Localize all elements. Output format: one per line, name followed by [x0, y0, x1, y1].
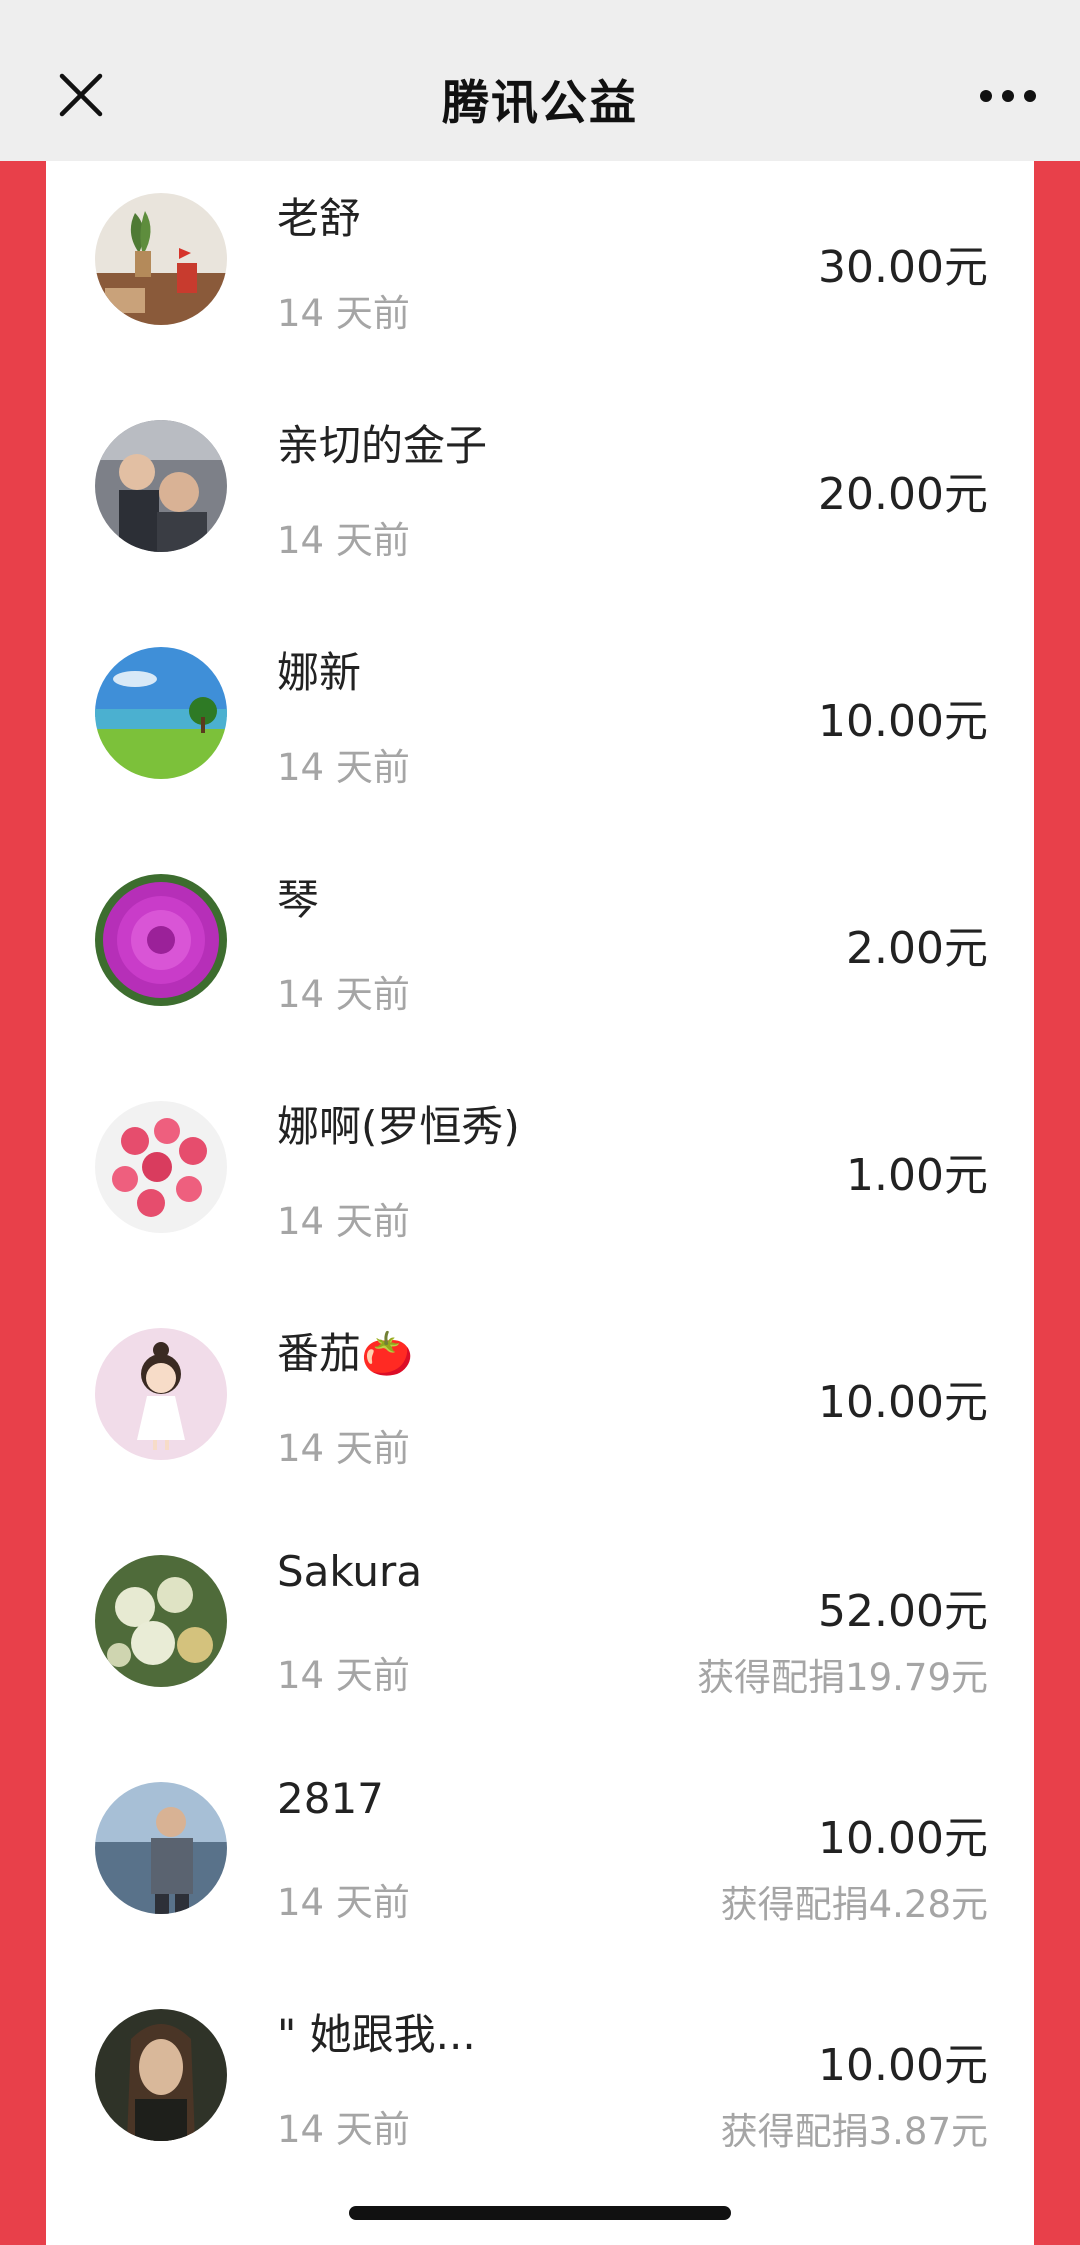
avatar [95, 874, 227, 1006]
donation-time: 14 天前 [277, 1881, 410, 1924]
avatar [95, 2009, 227, 2141]
donor-row[interactable]: Sakura 14 天前 52.00元 获得配捐19.79元 [46, 1523, 1034, 1750]
matching-donation-text: 获得配捐4.28元 [720, 1883, 988, 1926]
top-navigation-bar: 腾讯公益 [0, 0, 1080, 161]
more-options-button[interactable] [972, 66, 1044, 126]
donation-amount: 10.00元 [818, 1813, 988, 1864]
more-dots-icon [980, 90, 1036, 102]
donation-amount: 1.00元 [846, 1150, 988, 1201]
avatar [95, 1782, 227, 1914]
avatar [95, 1555, 227, 1687]
donor-row[interactable]: 番茄🍅 14 天前 10.00元 [46, 1296, 1034, 1523]
donor-name: 亲切的金子 [277, 421, 488, 470]
donor-name: 2817 [277, 1774, 384, 1823]
donation-time: 14 天前 [277, 973, 410, 1016]
donor-row[interactable]: 老舒 14 天前 30.00元 [46, 161, 1034, 388]
page-title: 腾讯公益 [442, 76, 638, 131]
matching-donation-text: 获得配捐19.79元 [697, 1656, 988, 1699]
donor-row[interactable]: 琴 14 天前 2.00元 [46, 842, 1034, 1069]
donation-amount: 52.00元 [818, 1586, 988, 1637]
donation-time: 14 天前 [277, 292, 410, 335]
donation-time: 14 天前 [277, 1200, 410, 1243]
donation-time: 14 天前 [277, 519, 410, 562]
donor-row[interactable]: 娜新 14 天前 10.00元 [46, 615, 1034, 842]
donation-amount: 10.00元 [818, 1377, 988, 1428]
donor-name: " 她跟我... [277, 2010, 476, 2059]
avatar [95, 647, 227, 779]
donor-name: 老舒 [277, 194, 362, 243]
donation-amount: 10.00元 [818, 696, 988, 747]
avatar [95, 420, 227, 552]
donation-amount: 10.00元 [818, 2040, 988, 2091]
matching-donation-text: 获得配捐3.87元 [720, 2110, 988, 2153]
home-indicator[interactable] [349, 2206, 731, 2220]
donation-time: 14 天前 [277, 1427, 410, 1470]
donor-row[interactable]: 2817 14 天前 10.00元 获得配捐4.28元 [46, 1750, 1034, 1977]
donation-amount: 20.00元 [818, 469, 988, 520]
avatar [95, 193, 227, 325]
donor-name: 娜啊(罗恒秀) [277, 1102, 520, 1151]
donation-time: 14 天前 [277, 746, 410, 789]
donation-amount: 2.00元 [846, 923, 988, 974]
donor-row[interactable]: 娜啊(罗恒秀) 14 天前 1.00元 [46, 1069, 1034, 1296]
donor-row[interactable]: 亲切的金子 14 天前 20.00元 [46, 388, 1034, 615]
donor-list-panel: 老舒 14 天前 30.00元 亲切的金子 14 天前 20.00元 娜新 14… [46, 161, 1034, 2245]
donor-name: 琴 [277, 875, 320, 924]
donation-time: 14 天前 [277, 2108, 410, 2151]
avatar [95, 1328, 227, 1460]
avatar [95, 1101, 227, 1233]
donation-time: 14 天前 [277, 1654, 410, 1697]
donation-amount: 30.00元 [818, 242, 988, 293]
donor-name: Sakura [277, 1547, 423, 1596]
donor-name: 番茄🍅 [277, 1329, 414, 1378]
donor-name: 娜新 [277, 648, 362, 697]
donor-row[interactable]: " 她跟我... 14 天前 10.00元 获得配捐3.87元 [46, 1977, 1034, 2204]
